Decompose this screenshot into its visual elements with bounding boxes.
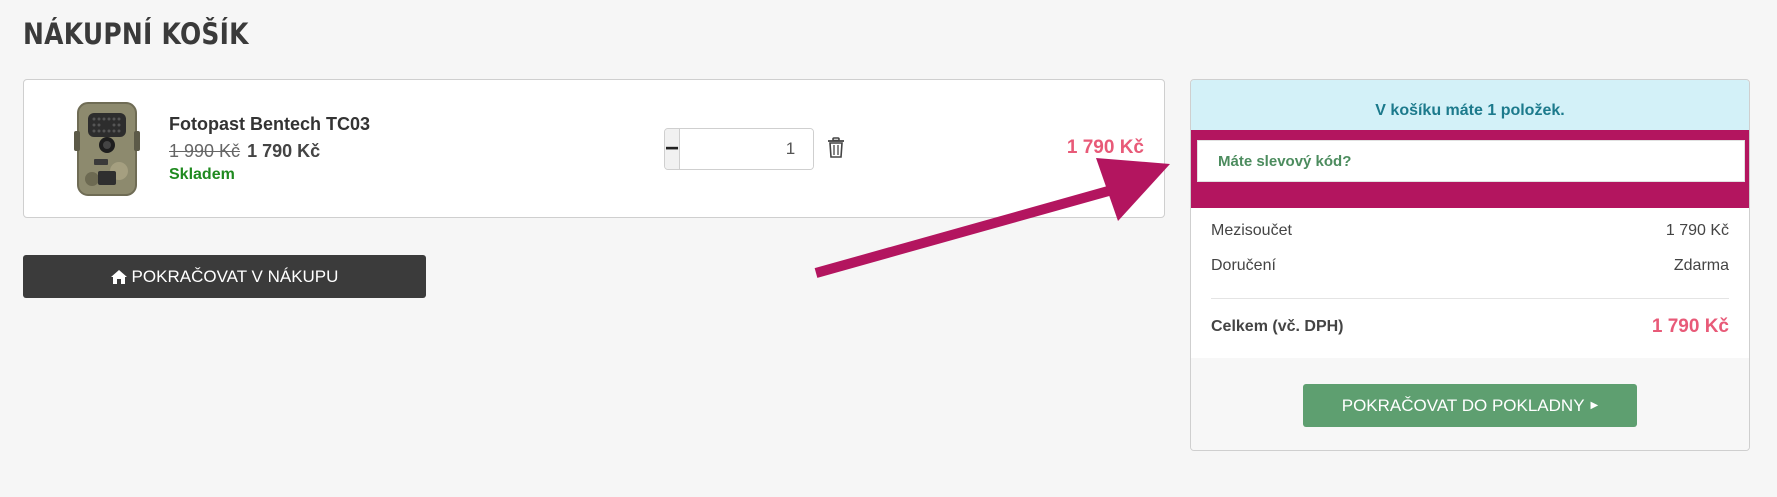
home-icon (110, 269, 127, 284)
delivery-label: Doručení (1211, 257, 1276, 274)
continue-shopping-button[interactable]: POKRAČOVAT V NÁKUPU (23, 255, 426, 298)
product-name[interactable]: Fotopast Bentech TC03 (169, 114, 370, 135)
discount-code-link[interactable]: Máte slevový kód? (1218, 153, 1351, 170)
subtotal-value: 1 790 Kč (1665, 222, 1729, 239)
discount-code-box[interactable]: Máte slevový kód? (1197, 140, 1745, 182)
product-thumbnail[interactable] (64, 101, 150, 197)
subtotal-row: Mezisoučet 1 790 Kč (1211, 222, 1729, 240)
total-label: Celkem (vč. DPH) (1211, 318, 1344, 335)
delivery-value: Zdarma (1673, 257, 1729, 274)
page-title: NÁKUPNÍ KOŠÍK (23, 17, 249, 51)
checkout-button[interactable]: POKRAČOVAT DO POKLADNY ▶ (1303, 384, 1637, 427)
items-count-text: V košíku máte 1 položek. (1375, 102, 1565, 119)
stock-status: Skladem (169, 166, 235, 183)
quantity-stepper: − + (664, 128, 814, 170)
total-row: Celkem (vč. DPH) 1 790 Kč (1211, 316, 1729, 337)
continue-shopping-label: POKRAČOVAT V NÁKUPU (131, 266, 339, 286)
subtotal-label: Mezisoučet (1211, 222, 1292, 239)
old-price: 1 990 Kč (169, 141, 241, 161)
summary-divider (1211, 298, 1729, 299)
delivery-row: Doručení Zdarma (1211, 257, 1729, 275)
order-summary-panel: V košíku máte 1 položek. Máte slevový kó… (1190, 79, 1750, 451)
item-total-price: 1 790 Kč (1066, 137, 1144, 158)
trash-icon[interactable] (826, 137, 846, 159)
quantity-decrease-button[interactable]: − (665, 129, 681, 169)
checkout-label: POKRAČOVAT DO POKLADNY (1341, 395, 1585, 415)
cart-item-card: Fotopast Bentech TC03 1 990 Kč 1 790 Kč … (23, 79, 1165, 218)
caret-right-icon: ▶ (1590, 400, 1599, 411)
total-value: 1 790 Kč (1651, 316, 1729, 337)
quantity-input[interactable] (680, 129, 813, 169)
unit-price: 1 790 Kč (247, 141, 321, 161)
product-price-line: 1 990 Kč 1 790 Kč (169, 141, 320, 162)
